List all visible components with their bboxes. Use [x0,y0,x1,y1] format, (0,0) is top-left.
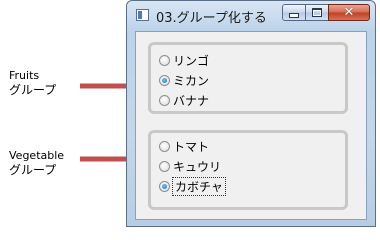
fruits-annotation-title: Fruits [9,69,40,82]
radio-mikan[interactable]: ミカン [159,71,209,89]
fruits-annotation-label: Fruits グループ [9,69,56,97]
close-button[interactable]: ✕ [328,4,370,21]
window-client-area: リンゴ ミカン バナナ トマト キュウリ カボチャ [135,31,367,220]
radio-kabocha[interactable]: カボチャ [159,176,226,196]
radio-banana[interactable]: バナナ [159,91,209,109]
minimize-icon [289,12,299,18]
fruits-annotation-subtitle: グループ [9,83,57,97]
radio-kyuuri-label[interactable]: キュウリ [173,158,221,175]
radio-mikan-circle[interactable] [159,74,170,86]
radio-kabocha-label[interactable]: カボチャ [172,176,226,196]
radio-banana-label[interactable]: バナナ [173,92,209,109]
radio-kyuuri[interactable]: キュウリ [159,157,221,175]
window-title: 03.グループ化する [156,11,267,26]
radio-tomato-label[interactable]: トマト [173,138,209,155]
fruits-group-box: リンゴ ミカン バナナ [148,42,348,114]
radio-kabocha-circle[interactable] [159,180,170,192]
radio-tomato[interactable]: トマト [159,137,209,155]
radio-tomato-circle[interactable] [159,140,170,152]
maximize-button[interactable] [305,4,329,21]
app-window: 03.グループ化する ✕ リンゴ ミカン バナナ トマト キュウリ カボチャ [126,0,376,227]
vegetable-annotation-subtitle: グループ [9,163,57,177]
radio-banana-circle[interactable] [159,94,170,106]
minimize-button[interactable] [282,4,306,21]
app-window-icon[interactable] [136,9,149,21]
radio-mikan-label[interactable]: ミカン [173,72,209,89]
title-bar[interactable]: 03.グループ化する ✕ [127,1,375,29]
radio-ringo-circle[interactable] [159,54,170,66]
vegetable-annotation-title: Vegetable [9,149,65,162]
vegetable-annotation-label: Vegetable グループ [9,149,64,177]
radio-kyuuri-circle[interactable] [159,160,170,172]
maximize-icon [312,8,322,17]
radio-ringo[interactable]: リンゴ [159,51,209,69]
radio-ringo-label[interactable]: リンゴ [173,52,209,69]
close-icon: ✕ [343,5,355,20]
vegetable-group-box: トマト キュウリ カボチャ [148,130,348,210]
